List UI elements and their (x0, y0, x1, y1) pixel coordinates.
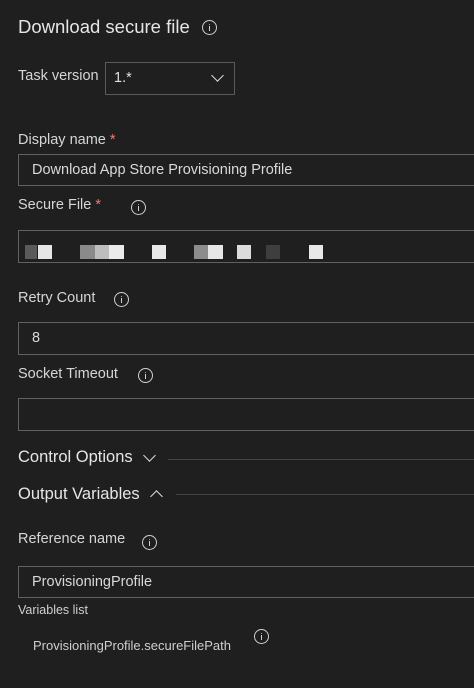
variable-item: ProvisioningProfile.secureFilePath (33, 638, 231, 653)
redacted-block (80, 245, 95, 259)
divider (176, 494, 474, 495)
required-mark: * (95, 197, 102, 213)
retry-count-input[interactable]: 8 (18, 322, 474, 355)
redacted-block (38, 245, 52, 259)
variable-info-icon[interactable] (254, 629, 269, 644)
chevron-down-icon[interactable] (143, 449, 156, 462)
task-version-label: Task version (18, 68, 99, 84)
redacted-block (237, 245, 251, 259)
task-version-select[interactable]: 1.* (105, 62, 235, 95)
title-info-icon[interactable] (202, 20, 217, 35)
redacted-block (309, 245, 323, 259)
redacted-block (95, 245, 109, 259)
variables-list-label: Variables list (18, 603, 88, 617)
socket-timeout-input[interactable] (18, 398, 474, 431)
display-name-label: Display name * (18, 132, 116, 148)
divider (168, 459, 474, 460)
required-mark: * (109, 132, 116, 148)
secure-file-info-icon[interactable] (131, 200, 146, 215)
socket-timeout-info-icon[interactable] (138, 368, 153, 383)
secure-file-label-text: Secure File (18, 197, 92, 213)
secure-file-label: Secure File * (18, 197, 101, 213)
redacted-block (109, 245, 124, 259)
chevron-down-icon (211, 69, 224, 82)
redacted-block (152, 245, 166, 259)
reference-name-label: Reference name (18, 531, 126, 547)
secure-file-select[interactable] (18, 230, 474, 263)
control-options-toggle[interactable]: Control Options (18, 448, 133, 467)
display-name-label-text: Display name (18, 132, 106, 148)
output-variables-toggle[interactable]: Output Variables (18, 485, 140, 504)
redacted-block (208, 245, 223, 259)
redacted-block (266, 245, 280, 259)
socket-timeout-label: Socket Timeout (18, 366, 118, 382)
reference-name-info-icon[interactable] (142, 535, 157, 550)
page-title: Download secure file (18, 16, 190, 37)
redacted-block (194, 245, 208, 259)
display-name-input[interactable]: Download App Store Provisioning Profile (18, 154, 474, 186)
chevron-up-icon[interactable] (150, 490, 163, 503)
retry-count-label: Retry Count (18, 290, 96, 306)
redacted-block (25, 245, 37, 259)
reference-name-input[interactable]: ProvisioningProfile (18, 566, 474, 598)
task-version-value: 1.* (114, 70, 132, 86)
retry-count-info-icon[interactable] (114, 292, 129, 307)
